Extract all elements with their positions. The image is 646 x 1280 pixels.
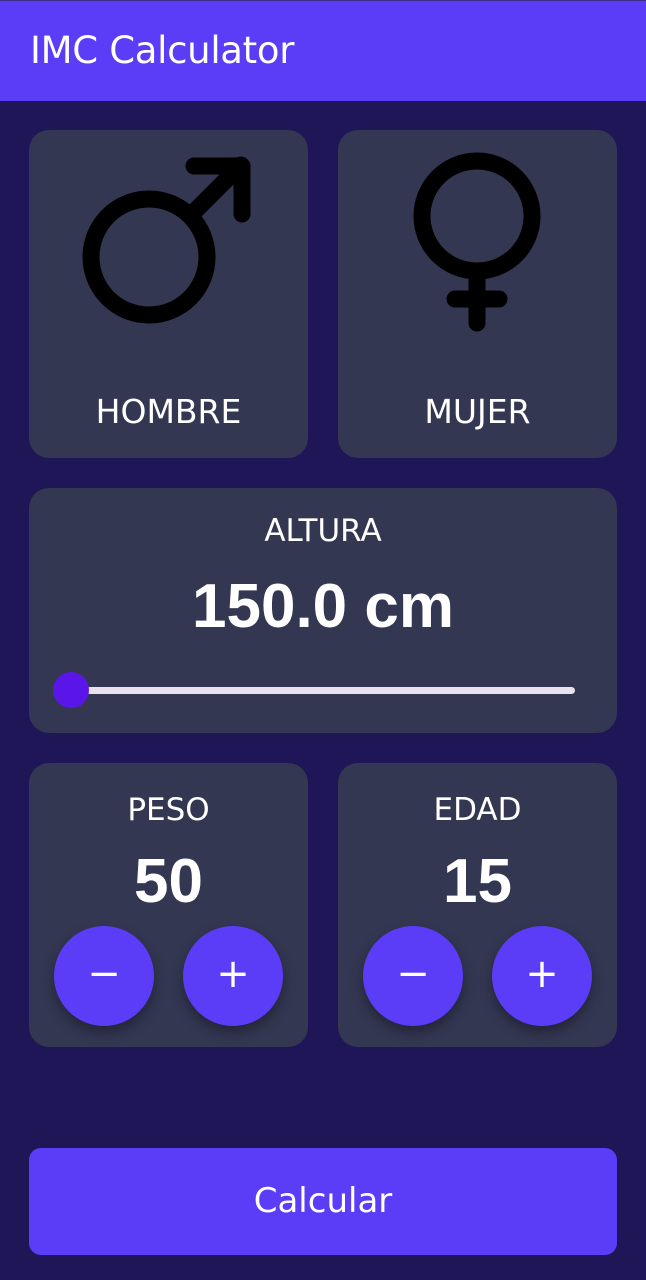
male-symbol-icon (82, 156, 251, 324)
weight-title: PESO (127, 792, 210, 828)
weight-increment-button[interactable]: + (183, 926, 283, 1026)
height-value: 150.0 cm (192, 572, 454, 641)
age-value: 15 (443, 847, 512, 916)
height-title: ALTURA (264, 513, 382, 549)
weight-card: PESO 50 − + (29, 763, 308, 1047)
gender-label-female: MUJER (424, 392, 531, 431)
app-bar: IMC Calculator (0, 0, 646, 101)
age-card: EDAD 15 − + (338, 763, 617, 1047)
height-slider-thumb[interactable] (53, 672, 89, 708)
calculate-button[interactable]: Calcular (29, 1148, 617, 1255)
weight-decrement-button[interactable]: − (54, 926, 154, 1026)
gender-label-male: HOMBRE (95, 392, 242, 431)
height-slider-track[interactable] (71, 687, 575, 694)
weight-value: 50 (134, 847, 203, 916)
age-decrement-button[interactable]: − (363, 926, 463, 1026)
height-card: ALTURA 150.0 cm (29, 488, 617, 733)
gender-card-female[interactable]: MUJER (338, 130, 617, 458)
gender-card-male[interactable]: HOMBRE (29, 130, 308, 458)
age-title: EDAD (433, 792, 522, 828)
app-title: IMC Calculator (30, 29, 295, 72)
age-increment-button[interactable]: + (492, 926, 592, 1026)
female-symbol-icon (413, 152, 541, 332)
